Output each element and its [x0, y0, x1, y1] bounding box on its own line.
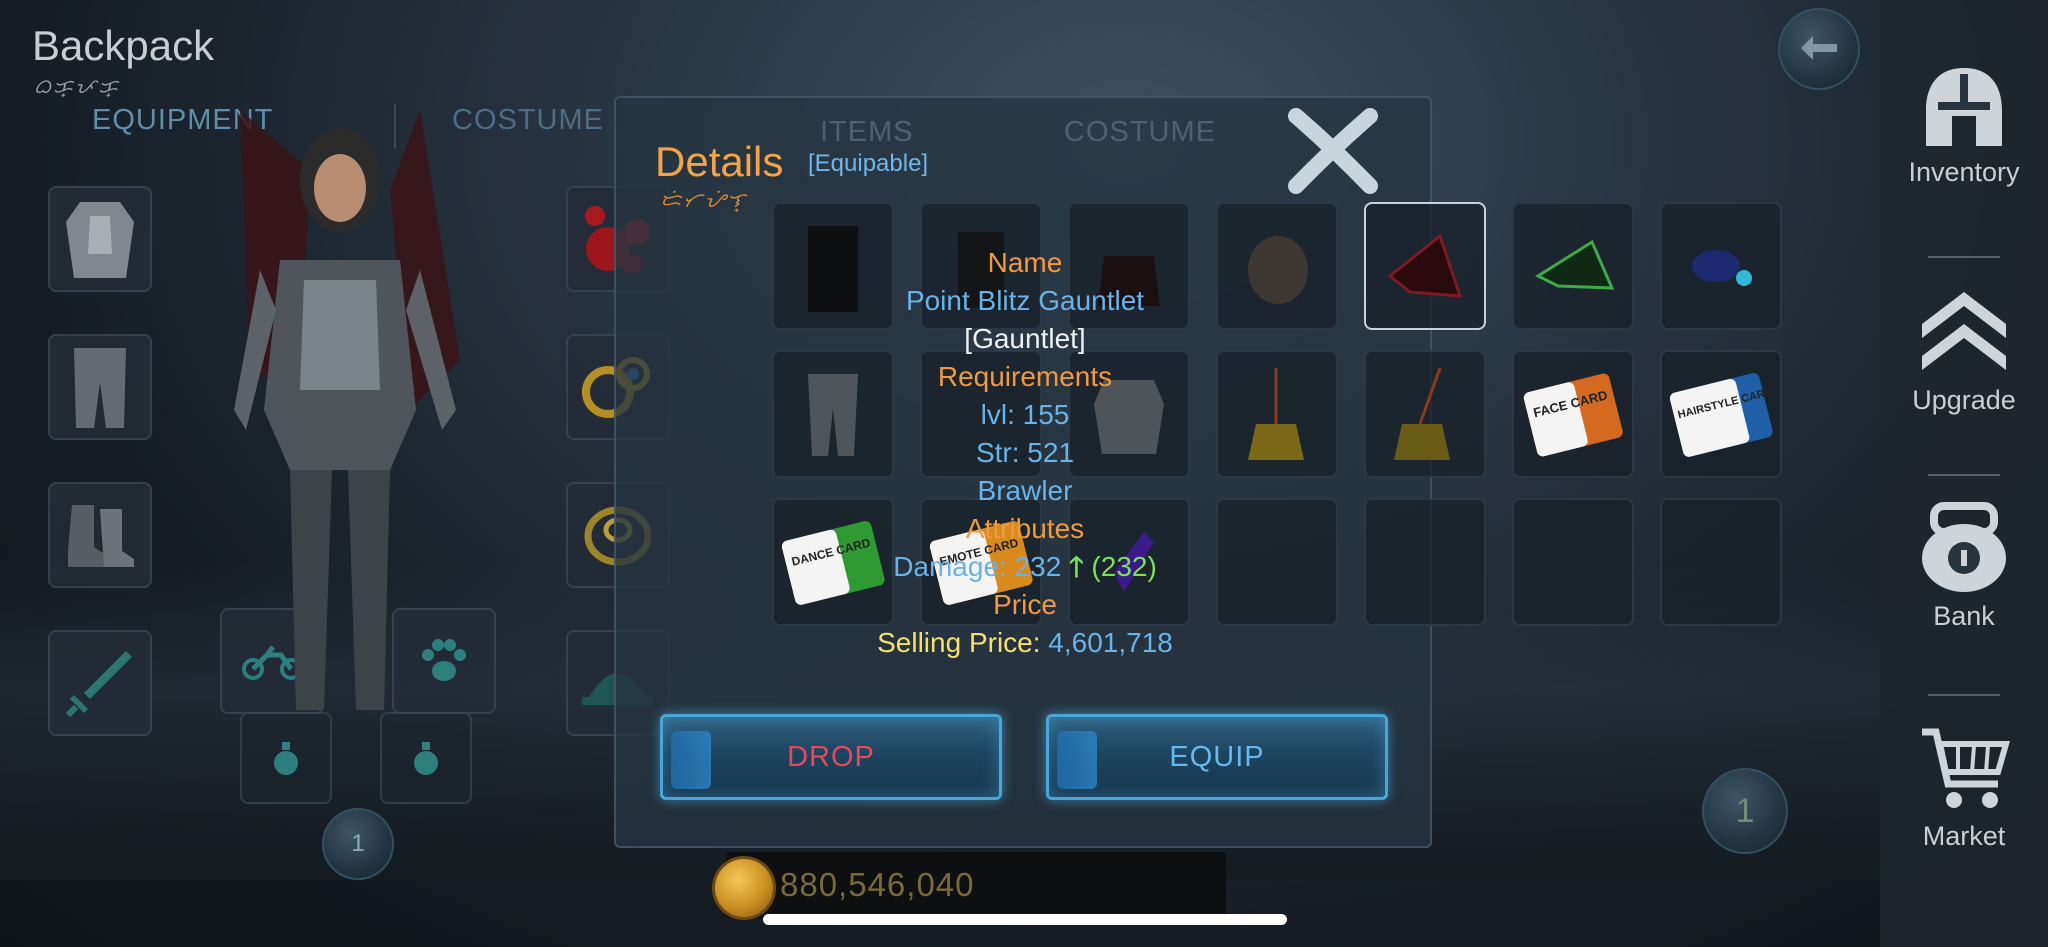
potion-icon — [274, 742, 298, 775]
sidebar-item-market[interactable]: Market — [1880, 724, 2048, 852]
equip-label: EQUIP — [1169, 740, 1265, 773]
page-title: Backpack — [32, 22, 215, 69]
helmet-icon — [1926, 68, 2002, 146]
inventory-slot-empty[interactable] — [1364, 498, 1486, 626]
sidebar-label-inventory: Inventory — [1908, 157, 2020, 187]
sidebar-divider — [1928, 474, 2000, 476]
page-subtitle-script: ᜊᜃ᜔ᜉᜃ᜔ — [34, 76, 120, 98]
safe-icon — [1922, 502, 2006, 592]
inventory-slot-empty[interactable] — [1512, 498, 1634, 626]
inventory-slot-empty[interactable] — [1660, 498, 1782, 626]
sword-icon — [65, 651, 132, 718]
details-title: Details — [655, 138, 784, 185]
boots-icon — [68, 505, 134, 567]
sidebar-item-upgrade[interactable]: Upgrade — [1880, 286, 2048, 416]
sidebar-item-inventory[interactable]: Inventory — [1880, 64, 2048, 188]
drop-button[interactable]: DROP — [660, 714, 1002, 800]
equipment-page-indicator[interactable]: 1 — [322, 808, 394, 880]
tab-inventory-costume[interactable]: COSTUME — [1064, 116, 1216, 149]
cart-icon — [1922, 728, 2010, 808]
inventory-slot[interactable]: HAIRSTYLE CARD — [1660, 350, 1782, 478]
leg-armor-icon — [74, 348, 126, 428]
required-level: lvl: 155 — [980, 399, 1070, 430]
gold-coin-icon — [712, 856, 776, 920]
name-header: Name — [987, 247, 1063, 278]
back-arrow-icon — [1801, 36, 1837, 60]
hairstyle-card-icon: HAIRSTYLE CARD — [1669, 373, 1773, 457]
drop-label: DROP — [787, 740, 875, 773]
item-type: [Gauntlet] — [964, 323, 1086, 354]
item-name: Point Blitz Gauntlet — [905, 285, 1145, 316]
up-arrow-icon: 🡑 — [1069, 551, 1084, 582]
inventory-slot[interactable] — [1512, 202, 1634, 330]
close-icon[interactable] — [1288, 108, 1378, 194]
back-button[interactable] — [1778, 8, 1860, 90]
broom-icon — [1394, 367, 1450, 460]
chest-armor-icon — [66, 202, 134, 278]
sidebar-label-upgrade: Upgrade — [1912, 385, 2016, 415]
damage-value: Damage: 232 — [893, 551, 1062, 582]
selling-price-value: 4,601,718 — [1048, 627, 1173, 658]
equipable-tag: [Equipable] — [808, 150, 929, 177]
character-model — [234, 110, 460, 710]
face-card-icon: FACE CARD — [1523, 373, 1623, 457]
inventory-slot-selected[interactable] — [1364, 202, 1486, 330]
attributes-header: Attributes — [965, 513, 1085, 544]
sidebar-item-bank[interactable]: Bank — [1880, 500, 2048, 632]
details-script: ᜇᜒᜆᜌᜒᜎ᜔ — [660, 190, 748, 212]
sidebar-divider — [1928, 256, 2000, 258]
equip-slot-legs[interactable] — [48, 334, 152, 440]
damage-row: Damage: 232 🡑 (232) — [780, 548, 1270, 586]
required-class: Brawler — [977, 475, 1073, 506]
selling-price-label: Selling Price: — [877, 627, 1049, 658]
tab-items[interactable]: ITEMS — [820, 116, 914, 149]
equip-slot-chest[interactable] — [48, 186, 152, 292]
home-indicator[interactable] — [763, 914, 1287, 925]
price-header: Price — [993, 589, 1057, 620]
blue-gauntlet-icon — [1692, 250, 1752, 286]
sidebar-label-market: Market — [1922, 821, 2006, 851]
potion-icon — [414, 742, 438, 775]
upgrade-chevrons-icon — [1922, 292, 2006, 370]
green-gauntlet-icon — [1534, 239, 1615, 290]
gold-amount: 880,546,040 — [780, 866, 975, 903]
equip-slot-boots[interactable] — [48, 482, 152, 588]
damage-delta: (232) — [1091, 551, 1157, 582]
potion-slot-1[interactable] — [240, 712, 332, 804]
potion-slot-2[interactable] — [380, 712, 472, 804]
required-strength: Str: 521 — [975, 437, 1075, 468]
inventory-slot[interactable] — [1660, 202, 1782, 330]
inventory-page-indicator[interactable]: 1 — [1702, 768, 1788, 854]
sidebar-divider — [1928, 694, 2000, 696]
equip-button[interactable]: EQUIP — [1046, 714, 1388, 800]
inventory-slot[interactable] — [1364, 350, 1486, 478]
red-gauntlet-icon — [1387, 233, 1463, 298]
inventory-slot[interactable]: FACE CARD — [1512, 350, 1634, 478]
sidebar-label-bank: Bank — [1933, 601, 1995, 631]
equip-slot-weapon[interactable] — [48, 630, 152, 736]
requirements-header: Requirements — [937, 361, 1113, 392]
item-info: Name Point Blitz Gauntlet [Gauntlet] Req… — [780, 244, 1270, 662]
selling-price-row: Selling Price: 4,601,718 — [780, 624, 1270, 662]
